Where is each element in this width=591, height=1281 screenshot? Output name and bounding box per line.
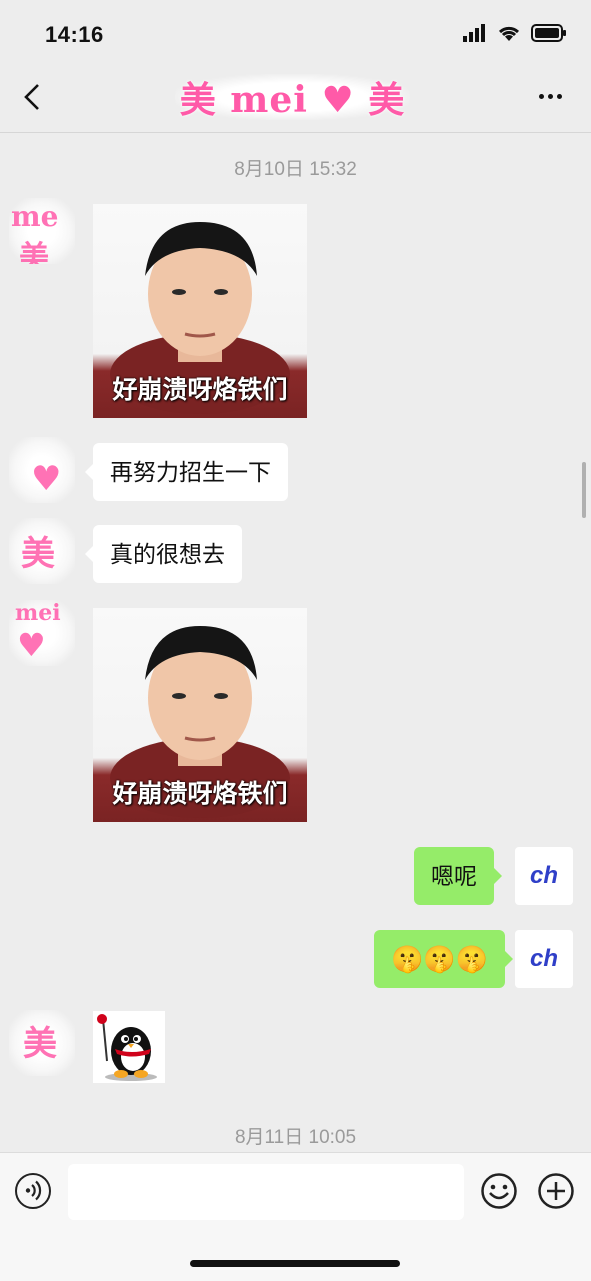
- contact-avatar[interactable]: ♥: [9, 437, 75, 503]
- status-bar: 14:16: [0, 0, 591, 70]
- text-message[interactable]: 真的很想去: [85, 525, 242, 583]
- plus-icon[interactable]: [537, 1172, 575, 1210]
- penguin-sticker[interactable]: [93, 1011, 165, 1083]
- sticker-message[interactable]: 好崩溃呀烙铁们: [93, 204, 307, 418]
- my-avatar-logo: ch: [529, 862, 558, 889]
- sent-emoji-message[interactable]: 🤫🤫🤫: [374, 930, 514, 988]
- penguin-icon: [97, 1014, 157, 1081]
- status-icons: [463, 24, 567, 42]
- chat-timestamp: 8月10日 15:32: [234, 159, 357, 180]
- contact-avatar[interactable]: 美: [9, 518, 75, 584]
- message-input[interactable]: [68, 1164, 464, 1220]
- contact-avatar[interactable]: me 美: [9, 198, 75, 264]
- battery-icon: [531, 24, 566, 42]
- signal-icon: [463, 24, 485, 42]
- sticker-caption: 好崩溃呀烙铁们: [112, 376, 288, 404]
- chat-header: 美 mei ♥ 美: [0, 62, 591, 133]
- scrollbar[interactable]: [582, 462, 586, 518]
- text-message[interactable]: 再努力招生一下: [85, 443, 288, 501]
- my-avatar[interactable]: ch: [515, 930, 573, 988]
- status-time: 14:16: [45, 22, 104, 47]
- contact-avatar[interactable]: mei ♥美: [9, 600, 75, 666]
- chevron-left-icon[interactable]: [18, 82, 48, 112]
- my-avatar-logo: ch: [529, 945, 558, 972]
- chat-timestamp: 8月11日 10:05: [234, 1127, 357, 1148]
- sticker-caption: 好崩溃呀烙铁们: [112, 780, 288, 808]
- emoji-icon[interactable]: [480, 1172, 518, 1210]
- sent-text-message[interactable]: 嗯呢: [414, 847, 502, 905]
- chat-title[interactable]: 美 mei ♥ 美: [175, 74, 410, 121]
- my-avatar[interactable]: ch: [515, 847, 573, 905]
- wifi-icon: [498, 26, 520, 41]
- contact-avatar[interactable]: 美: [9, 1010, 75, 1076]
- sticker-message[interactable]: 好崩溃呀烙铁们: [93, 608, 307, 822]
- more-dots-icon[interactable]: [539, 86, 567, 106]
- voice-icon[interactable]: [15, 1173, 51, 1209]
- home-indicator: [190, 1260, 400, 1267]
